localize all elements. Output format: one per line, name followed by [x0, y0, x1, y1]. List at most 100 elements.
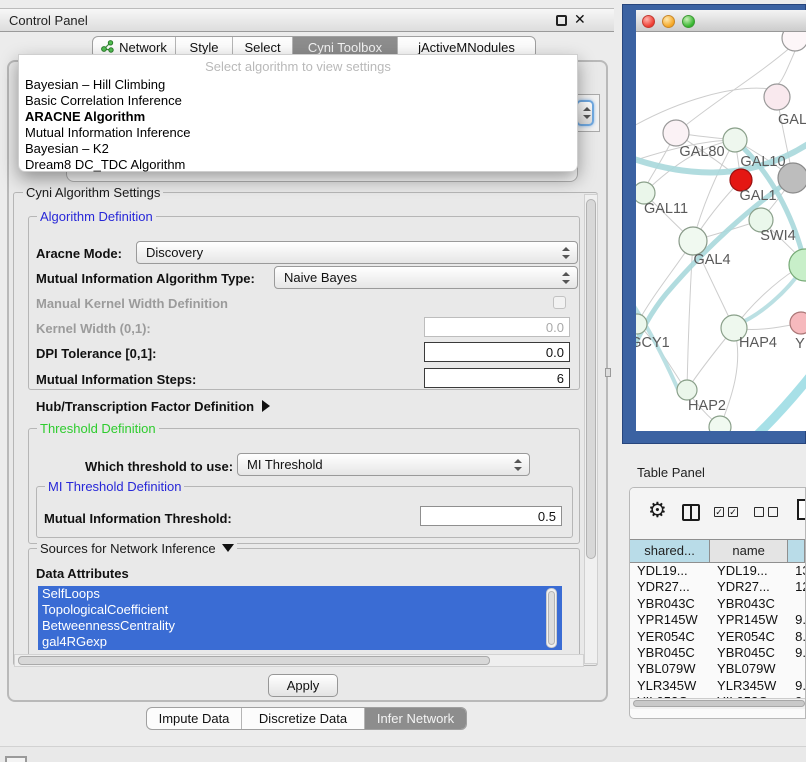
which-threshold-label: Which threshold to use:	[85, 459, 233, 474]
table-row[interactable]: YBL079WYBL079W	[630, 661, 805, 677]
which-threshold-combo[interactable]: MI Threshold	[237, 453, 530, 476]
mi-threshold-input[interactable]	[420, 506, 562, 526]
network-node[interactable]	[636, 314, 647, 334]
settings-vertical-scrollbar[interactable]	[584, 194, 598, 664]
select-all-checkboxes-icon[interactable]: ✓✓	[714, 507, 738, 517]
mi-threshold-definition-legend: MI Threshold Definition	[45, 479, 184, 494]
tab-impute-data-label: Impute Data	[159, 711, 230, 726]
window-close-icon[interactable]	[642, 15, 655, 28]
network-node[interactable]	[663, 120, 689, 146]
aracne-mode-combo[interactable]: Discovery	[136, 241, 578, 264]
deselect-all-checkboxes-icon[interactable]	[754, 507, 778, 517]
table-row[interactable]: YDL19...YDL19...13	[630, 563, 805, 579]
network-node-label: Y	[795, 336, 805, 352]
tab-discretize-data-label: Discretize Data	[259, 711, 347, 726]
algorithm-option[interactable]: Bayesian – Hill Climbing	[23, 77, 573, 93]
table-horizontal-scrollbar[interactable]	[630, 698, 805, 709]
algorithm-option[interactable]: Dream8 DC_TDC Algorithm	[23, 157, 573, 173]
panel-resize-grip[interactable]	[605, 368, 611, 377]
network-node[interactable]	[764, 84, 790, 110]
network-edge-highlighted[interactable]	[754, 374, 806, 431]
status-strip	[0, 746, 806, 762]
tab-impute-data[interactable]: Impute Data	[147, 708, 242, 729]
manual-kernel-width-checkbox[interactable]	[553, 296, 566, 309]
tab-infer-network[interactable]: Infer Network	[365, 708, 466, 729]
network-node-label: GAL11	[644, 201, 688, 217]
table-cell: YDL19...	[630, 563, 710, 579]
export-table-icon[interactable]	[797, 499, 806, 520]
column-header-shared-name[interactable]: shared...	[630, 539, 710, 563]
table-row[interactable]: YBR043CYBR043C	[630, 596, 805, 612]
aracne-mode-label: Aracne Mode:	[36, 246, 122, 261]
column-header-name[interactable]: name	[710, 539, 788, 563]
data-attributes-list[interactable]: SelfLoopsTopologicalCoefficientBetweenne…	[38, 586, 562, 650]
settings-horizontal-scrollbar[interactable]	[14, 654, 584, 667]
screen: Control Panel ✕ Network Style Select C	[0, 0, 806, 762]
table-cell: 8.	[788, 629, 805, 645]
which-threshold-value: MI Threshold	[247, 457, 323, 472]
tab-select-label: Select	[244, 40, 280, 55]
network-edge[interactable]	[637, 241, 693, 324]
network-node[interactable]	[677, 380, 697, 400]
data-attribute-item[interactable]: gal4RGexp	[38, 634, 562, 650]
control-panel-title: Control Panel	[9, 13, 88, 28]
algorithm-option[interactable]: Mutual Information Inference	[23, 125, 573, 141]
network-node-label: GAL	[778, 112, 806, 128]
table-body[interactable]: YDL19...YDL19...13YDR27...YDR27...12YBR0…	[630, 563, 805, 698]
table-row[interactable]: YPR145WYPR145W9.	[630, 612, 805, 628]
table-cell: YBR043C	[710, 596, 788, 612]
close-panel-icon[interactable]: ✕	[574, 11, 586, 28]
algorithm-option[interactable]: ARACNE Algorithm	[23, 109, 573, 125]
sources-legend[interactable]: Sources for Network Inference	[37, 541, 237, 556]
data-attribute-item[interactable]: TopologicalCoefficient	[38, 602, 562, 618]
tab-style-label: Style	[190, 40, 219, 55]
mi-algorithm-type-combo[interactable]: Naive Bayes	[274, 266, 578, 289]
threshold-definition-legend: Threshold Definition	[37, 421, 159, 436]
data-attribute-item[interactable]: BetweennessCentrality	[38, 618, 562, 634]
gear-icon[interactable]: ⚙	[648, 498, 667, 523]
table-row[interactable]: YER054CYER054C8.	[630, 629, 805, 645]
cyni-algorithm-settings-legend: Cyni Algorithm Settings	[23, 185, 163, 200]
tab-discretize-data[interactable]: Discretize Data	[242, 708, 365, 729]
network-node[interactable]	[709, 416, 731, 431]
algorithm-dropdown-list: Bayesian – Hill ClimbingBasic Correlatio…	[23, 77, 573, 173]
algorithm-option[interactable]: Bayesian – K2	[23, 141, 573, 157]
apply-button[interactable]: Apply	[268, 674, 338, 697]
hub-definition-label: Hub/Transcription Factor Definition	[36, 399, 254, 414]
table-row[interactable]: YBR045CYBR045C9.	[630, 645, 805, 661]
attributes-scrollbar[interactable]	[546, 588, 557, 648]
column-layout-icon[interactable]	[682, 504, 700, 521]
window-minimize-icon[interactable]	[662, 15, 675, 28]
table-header-row: shared... name	[630, 539, 805, 563]
network-window-titlebar[interactable]	[636, 10, 806, 32]
network-view[interactable]: GALGAL80GAL10GAL1GAL11SWI4GAL4GCY1HAP4YH…	[636, 32, 806, 431]
window-zoom-icon[interactable]	[682, 15, 695, 28]
algorithm-option[interactable]: Basic Correlation Inference	[23, 93, 573, 109]
table-cell: YBR043C	[630, 596, 710, 612]
network-node[interactable]	[782, 32, 806, 51]
manual-kernel-width-label: Manual Kernel Width Definition	[36, 296, 228, 311]
network-edge[interactable]	[636, 88, 777, 128]
combo-stepper-icon	[513, 459, 522, 471]
algorithm-definition-legend: Algorithm Definition	[37, 209, 156, 224]
corner-panel-icon[interactable]	[5, 756, 27, 762]
table-row[interactable]: YDR27...YDR27...12	[630, 579, 805, 595]
sources-legend-label: Sources for Network Inference	[40, 541, 216, 556]
mi-algorithm-type-label: Mutual Information Algorithm Type:	[36, 271, 255, 286]
mi-steps-input[interactable]	[424, 368, 570, 388]
mi-steps-label: Mutual Information Steps:	[36, 372, 196, 387]
hub-definition-expander[interactable]: Hub/Transcription Factor Definition	[36, 399, 270, 414]
kernel-width-input[interactable]	[424, 317, 570, 337]
network-node[interactable]	[789, 249, 806, 281]
data-attribute-item[interactable]: SelfLoops	[38, 586, 562, 602]
column-header-partial[interactable]	[788, 539, 805, 563]
network-node[interactable]	[790, 312, 806, 334]
network-node[interactable]	[723, 128, 747, 152]
table-row[interactable]: YLR345WYLR345W9.	[630, 678, 805, 694]
table-cell: YDR27...	[710, 579, 788, 595]
combo-stepper-icon	[561, 247, 570, 259]
dpi-tolerance-input[interactable]	[424, 342, 570, 362]
algorithm-dropdown-popup: Select algorithm to view settings Bayesi…	[18, 54, 578, 172]
network-node[interactable]	[679, 227, 707, 255]
float-panel-icon[interactable]	[556, 15, 567, 26]
